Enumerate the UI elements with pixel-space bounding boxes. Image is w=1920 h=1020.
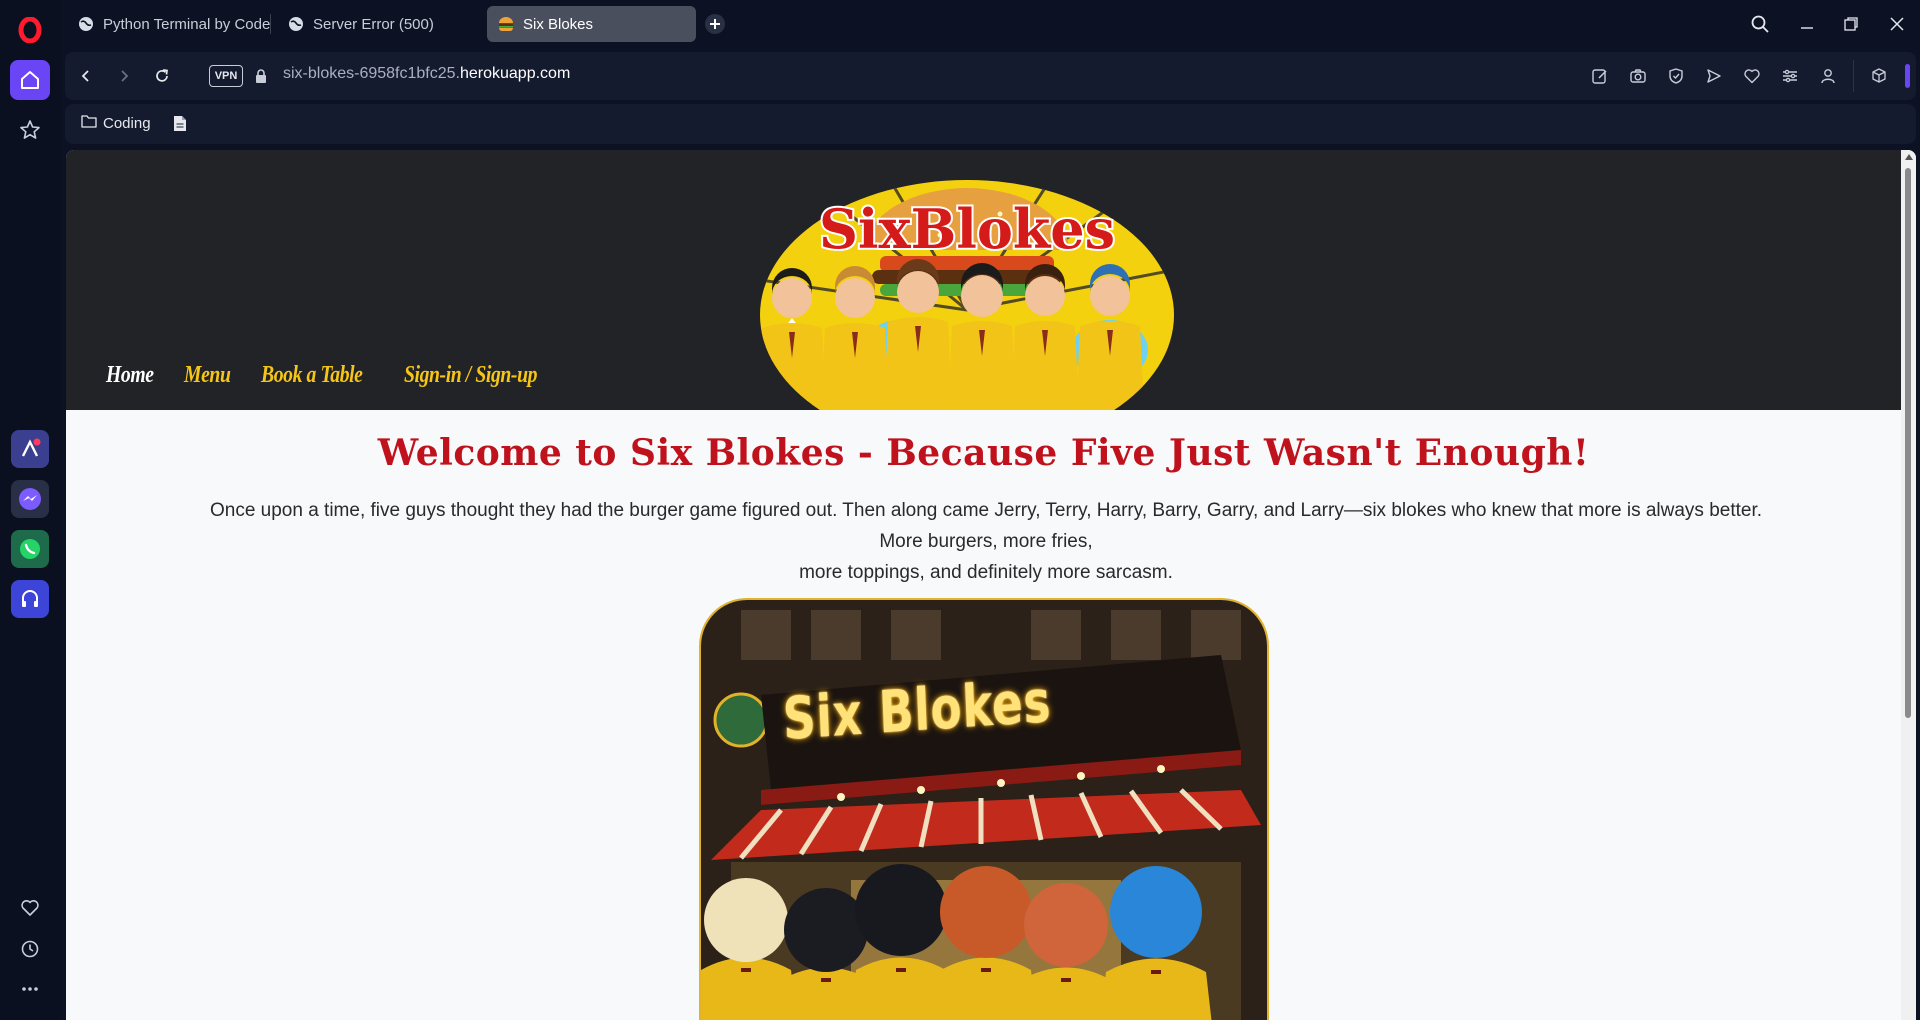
six-blokes-logo[interactable]: SixBlokes <box>760 180 1174 410</box>
nav-home[interactable]: Home <box>106 362 154 389</box>
send-icon[interactable] <box>1702 64 1726 88</box>
heart-icon[interactable] <box>10 888 50 928</box>
minimize-window-icon[interactable] <box>1789 8 1825 40</box>
bookmarks-bar: Coding <box>65 104 1916 144</box>
new-tab-button[interactable] <box>697 8 733 40</box>
tab-server-error[interactable]: Server Error (500) <box>277 6 481 42</box>
welcome-heading: Welcome to Six Blokes - Because Five Jus… <box>377 432 1590 474</box>
folder-icon <box>81 114 97 132</box>
shield-icon[interactable] <box>1664 64 1688 88</box>
globe-icon <box>287 15 305 33</box>
aria-app-icon[interactable] <box>11 430 49 468</box>
logo-text: SixBlokes <box>819 197 1115 261</box>
intro-line-2: more toppings, and definitely more sarca… <box>799 562 1173 583</box>
music-player-icon[interactable] <box>11 580 49 618</box>
intro-paragraph: Once upon a time, five guys thought they… <box>186 495 1786 588</box>
burger-icon <box>497 15 515 33</box>
back-button[interactable] <box>69 60 103 92</box>
vpn-badge[interactable]: VPN <box>209 65 243 87</box>
tab-title: Six Blokes <box>523 15 594 33</box>
tab-strip: Python Terminal by Code Server Error (50… <box>61 0 1920 48</box>
site-nav: Home Menu Book a Table Sign-in / Sign-up <box>106 362 567 389</box>
globe-icon <box>77 15 95 33</box>
tab-title: Server Error (500) <box>313 15 434 33</box>
close-window-icon[interactable] <box>1879 8 1915 40</box>
messenger-icon[interactable] <box>11 480 49 518</box>
search-tabs-icon[interactable] <box>1742 8 1778 40</box>
easy-setup-icon[interactable] <box>1778 64 1802 88</box>
edit-snapshot-icon[interactable] <box>1588 64 1612 88</box>
opera-logo-icon[interactable] <box>10 10 50 50</box>
reload-button[interactable] <box>145 60 179 92</box>
bookmark-heart-icon[interactable] <box>1740 64 1764 88</box>
url-prefix: six-blokes-6958fc1bfc25. <box>283 65 460 82</box>
more-options-icon[interactable] <box>10 969 50 1009</box>
page-viewport: SixBlokes Home Menu Book a Table Sign-in… <box>66 150 1916 1020</box>
forward-button[interactable] <box>107 60 141 92</box>
site-header: SixBlokes Home Menu Book a Table Sign-in… <box>66 150 1901 410</box>
url-host: herokuapp.com <box>459 65 571 82</box>
bookmark-label: Coding <box>103 114 151 132</box>
url-field[interactable]: six-blokes-6958fc1bfc25.herokuapp.com <box>283 65 570 83</box>
tab-six-blokes[interactable]: Six Blokes <box>487 6 696 42</box>
home-icon[interactable] <box>10 60 50 100</box>
intro-line-1: Once upon a time, five guys thought they… <box>209 500 1763 552</box>
bookmark-folder-coding[interactable]: Coding <box>81 114 151 132</box>
restore-window-icon[interactable] <box>1833 8 1869 40</box>
scroll-up-arrow-icon[interactable] <box>1905 154 1913 160</box>
nav-book-a-table[interactable]: Book a Table <box>261 362 363 389</box>
history-clock-icon[interactable] <box>10 929 50 969</box>
page-scrollbar[interactable] <box>1901 150 1916 1020</box>
camera-icon[interactable] <box>1626 64 1650 88</box>
tab-python-terminal[interactable]: Python Terminal by Code <box>67 6 271 42</box>
whatsapp-icon[interactable] <box>11 530 49 568</box>
sidebar-accent-indicator <box>1905 64 1910 88</box>
extensions-cube-icon[interactable] <box>1867 64 1891 88</box>
hero-image: Six Blokes <box>699 598 1269 1020</box>
lock-icon[interactable] <box>249 64 273 88</box>
tab-title: Python Terminal by Code <box>103 15 271 33</box>
nav-sign-in[interactable]: Sign-in / Sign-up <box>404 362 537 389</box>
speed-dial-star-icon[interactable] <box>10 110 50 150</box>
profile-icon[interactable] <box>1816 64 1840 88</box>
nav-menu[interactable]: Menu <box>184 362 231 389</box>
browser-sidebar <box>0 0 61 1020</box>
document-icon[interactable] <box>173 115 187 137</box>
scrollbar-thumb[interactable] <box>1905 168 1911 718</box>
address-bar: VPN six-blokes-6958fc1bfc25.herokuapp.co… <box>65 52 1916 100</box>
